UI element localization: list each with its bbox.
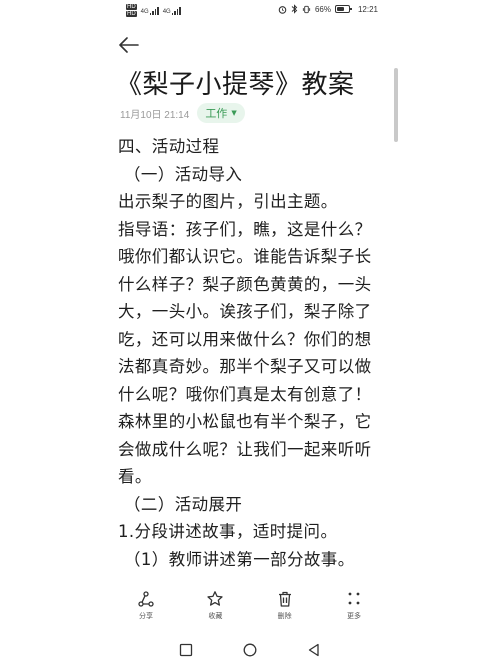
note-line: （二）活动展开 xyxy=(124,494,243,514)
system-nav-bar xyxy=(0,636,500,666)
note-line: 出示梨子的图片，引出主题。 xyxy=(118,192,338,211)
network-type-2: 4G xyxy=(162,8,171,15)
category-label: 工作 xyxy=(205,107,228,120)
favorite-label: 收藏 xyxy=(208,612,223,620)
share-icon xyxy=(138,591,154,607)
status-right: 66% 12:21 xyxy=(278,4,378,14)
trash-icon xyxy=(278,591,291,607)
sim2-hd-badge: HD xyxy=(126,11,137,17)
signal-bars-1-icon xyxy=(149,6,159,15)
note-line: 森林里的小松鼠也有半个梨子，它 xyxy=(118,412,372,431)
sim-indicators: HD HD xyxy=(126,4,137,17)
note-line: 指导语：孩子们，瞧，这是什么？ xyxy=(118,219,372,239)
note-line: 什么样子？梨子颜色黄黄的，一头 xyxy=(118,274,372,294)
caret-down-icon: ▼ xyxy=(231,109,237,117)
recent-apps-icon[interactable] xyxy=(178,642,194,658)
note-line: 看。 xyxy=(118,467,152,486)
share-label: 分享 xyxy=(139,612,153,620)
bluetooth-icon xyxy=(291,4,298,14)
note-title[interactable]: 《梨子小提琴》教案 xyxy=(116,64,355,101)
note-body[interactable]: 四、活动过程 （一）活动导入出示梨子的图片，引出主题。指导语：孩子们，瞧，这是什么… xyxy=(118,133,388,590)
note-line: 会做成什么呢？让我们一起来听听 xyxy=(118,439,372,459)
alarm-icon xyxy=(278,5,287,14)
scrollbar-thumb[interactable] xyxy=(394,68,398,142)
delete-button[interactable]: 删除 xyxy=(259,590,311,626)
back-arrow-icon[interactable] xyxy=(118,36,140,54)
note-meta: 11月10日 21:14 工作 ▼ xyxy=(120,103,245,123)
favorite-button[interactable]: 收藏 xyxy=(189,590,241,626)
category-dropdown[interactable]: 工作 ▼ xyxy=(197,103,245,123)
note-date: 11月10日 21:14 xyxy=(120,109,190,121)
sim1-hd-badge: HD xyxy=(126,4,137,10)
note-line: 大，一头小。诶孩子们，梨子除了 xyxy=(118,302,372,321)
signal-2: 4G xyxy=(162,6,181,15)
delete-label: 删除 xyxy=(277,612,292,620)
note-line: （1）教师讲述第一部分故事。 xyxy=(124,549,355,569)
note-line: 法都真奇妙。那半个梨子又可以做 xyxy=(118,357,372,376)
bottom-toolbar: 分享 收藏 删除 更多 xyxy=(120,590,380,626)
star-icon xyxy=(207,591,223,606)
more-button[interactable]: 更多 xyxy=(328,590,380,626)
status-bar: HD HD 4G 4G 66% 12:21 xyxy=(0,0,500,22)
vibrate-icon xyxy=(302,5,311,13)
note-line: 四、活动过程 xyxy=(118,137,220,156)
note-line: （一）活动导入 xyxy=(124,164,243,184)
more-label: 更多 xyxy=(346,612,361,620)
battery-percent: 66% xyxy=(314,4,331,14)
note-line: 1.分段讲述故事，适时提问。 xyxy=(118,522,338,541)
share-button[interactable]: 分享 xyxy=(120,590,172,626)
note-line: 哦你们都认识它。谁能告诉梨子长 xyxy=(118,247,372,266)
back-triangle-icon[interactable] xyxy=(306,642,322,658)
signal-bars-2-icon xyxy=(171,6,181,15)
signal-1: 4G xyxy=(140,6,159,15)
network-type-1: 4G xyxy=(140,8,149,15)
clock: 12:21 xyxy=(357,4,378,14)
status-left: HD HD 4G 4G xyxy=(126,4,181,17)
note-line: 什么呢？哦你们真是太有创意了！ xyxy=(118,384,372,404)
home-icon[interactable] xyxy=(242,642,258,658)
note-line: 吃，还可以用来做什么？你们的想 xyxy=(118,329,372,349)
more-dots-icon xyxy=(348,592,360,605)
battery-icon xyxy=(334,5,352,13)
